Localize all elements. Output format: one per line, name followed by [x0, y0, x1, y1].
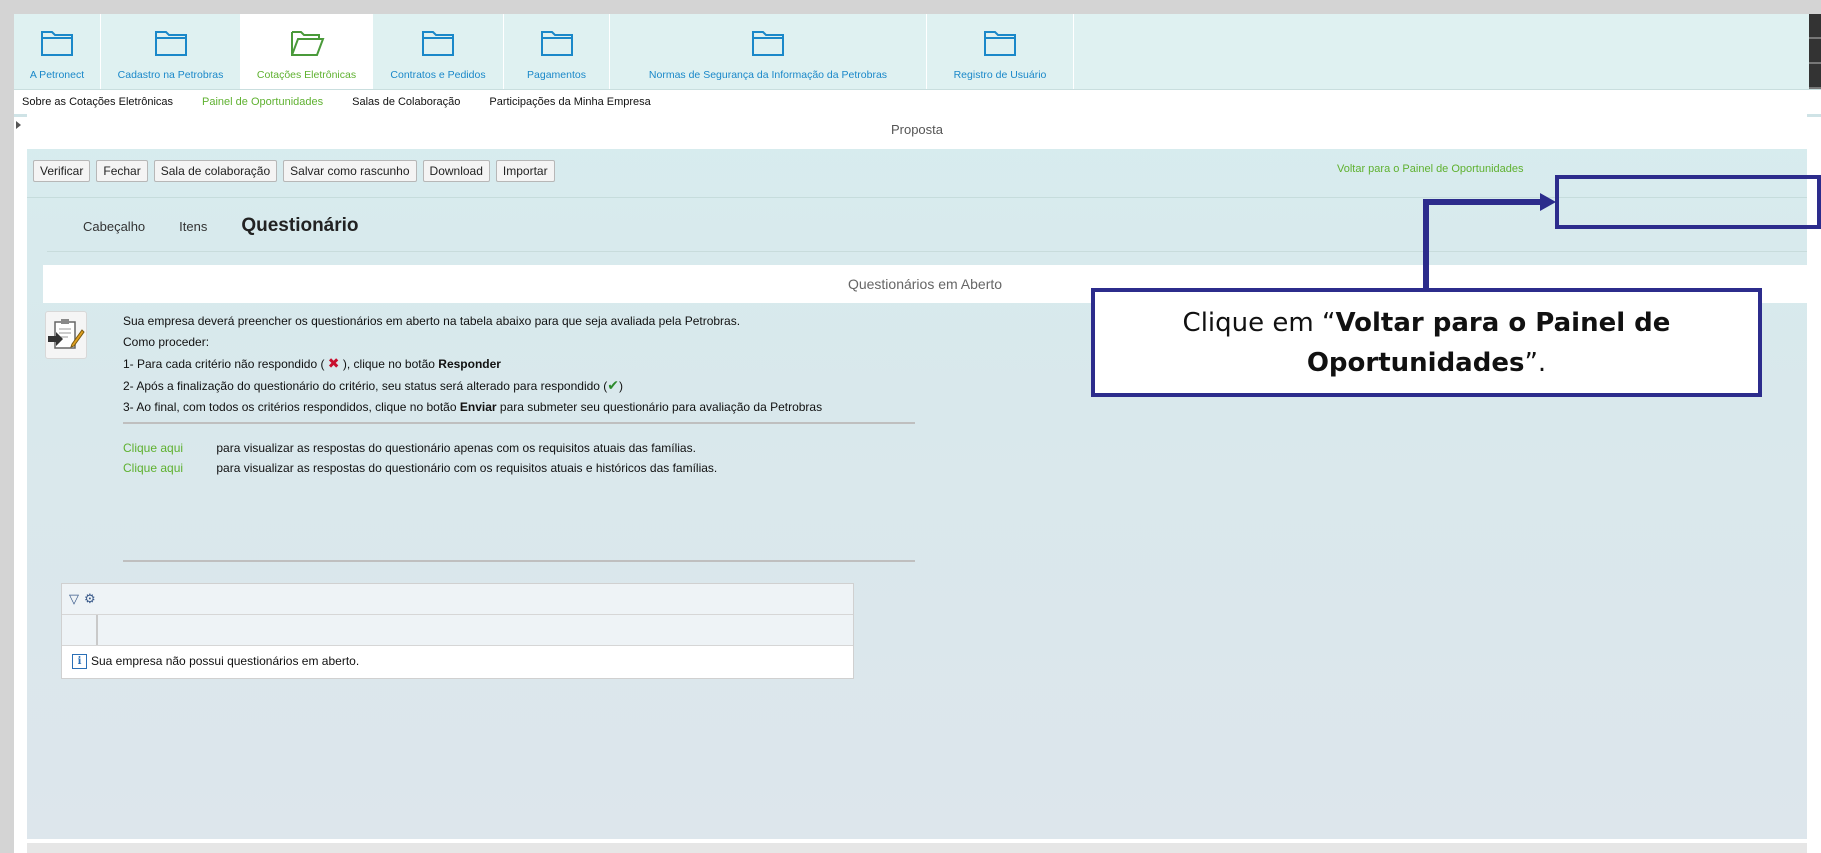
nav-tab-cadastro[interactable]: Cadastro na Petrobras	[101, 14, 241, 89]
expand-arrow-icon[interactable]	[16, 121, 21, 129]
folder-icon	[422, 31, 454, 56]
bottom-bar	[27, 843, 1807, 853]
not-answered-icon: ✖	[327, 355, 340, 371]
highlight-box	[1555, 175, 1821, 229]
close-button[interactable]: Fechar	[96, 160, 148, 182]
answers-current-row: Clique aqui para visualizar as respostas…	[123, 441, 696, 455]
form-pencil-icon	[48, 319, 85, 349]
subnav-item-painel[interactable]: Painel de Oportunidades	[202, 96, 323, 108]
instruction-line: Sua empresa deverá preencher os question…	[123, 314, 741, 328]
nav-tab-petronect[interactable]: A Petronect	[14, 14, 101, 89]
view-current-answers-link[interactable]: Clique aqui	[123, 441, 213, 455]
callout-bold-text: Voltar para o Painel de Oportunidades	[1306, 307, 1671, 378]
divider	[123, 422, 915, 424]
nav-tab-label: Cotações Eletrônicas	[256, 69, 357, 81]
callout-box: Clique em “Voltar para o Painel de Oport…	[1091, 288, 1762, 397]
step-text: )	[619, 379, 624, 393]
instruction-line: Como proceder:	[123, 335, 210, 349]
collab-room-button[interactable]: Sala de colaboração	[153, 160, 278, 182]
top-navigation: A Petronect Cadastro na Petrobras Cotaçõ…	[14, 14, 1821, 90]
settings-icon[interactable]: ⚙	[84, 591, 96, 607]
edit-form-icon	[45, 311, 87, 359]
callout-text-part: ”.	[1524, 347, 1547, 378]
empty-message: Sua empresa não possui questionários em …	[91, 654, 360, 668]
select-all-column[interactable]	[62, 615, 98, 645]
connector-line	[1423, 199, 1550, 205]
subnav-item-salas[interactable]: Salas de Colaboração	[352, 96, 460, 108]
callout-text: Clique em “Voltar para o Painel de Oport…	[1095, 303, 1758, 383]
divider	[47, 251, 1807, 252]
info-icon: i	[72, 653, 87, 669]
verify-button[interactable]: Verificar	[33, 160, 91, 182]
proposal-tabs: Cabeçalho Itens Questionário	[83, 215, 359, 237]
view-history-answers-link[interactable]: Clique aqui	[123, 461, 213, 475]
callout-text-part: Clique em “	[1182, 307, 1336, 338]
step-bold-text: Responder	[438, 357, 501, 371]
table-empty-row: i Sua empresa não possui questionários e…	[62, 646, 853, 676]
nav-tab-label: Pagamentos	[527, 69, 586, 81]
questionnaires-table: ▽ ⚙ i Sua empresa não possui questionári…	[61, 583, 854, 679]
nav-tab-label: Normas de Segurança da Informação da Pet…	[648, 69, 888, 81]
instruction-step-3: 3- Ao final, com todos os critérios resp…	[123, 397, 822, 418]
save-draft-button[interactable]: Salvar como rascunho	[283, 160, 417, 182]
subnav-item-participacoes[interactable]: Participações da Minha Empresa	[489, 96, 650, 108]
subnav-item-sobre[interactable]: Sobre as Cotações Eletrônicas	[22, 96, 173, 108]
folder-icon	[41, 31, 73, 56]
action-toolbar: Verificar Fechar Sala de colaboração Sal…	[33, 160, 555, 182]
table-toolbar: ▽ ⚙	[62, 584, 853, 615]
step-text: ), clique no botão	[342, 357, 435, 371]
tab-header[interactable]: Cabeçalho	[83, 219, 145, 234]
folder-icon	[154, 31, 187, 56]
step-text: 3- Ao final, com todos os critérios resp…	[123, 400, 457, 414]
nav-tab-contratos[interactable]: Contratos e Pedidos	[373, 14, 504, 89]
main-content: Proposta Verificar Fechar Sala de colabo…	[27, 111, 1807, 839]
download-button[interactable]: Download	[422, 160, 490, 182]
instructions: Sua empresa deverá preencher os question…	[123, 311, 822, 418]
nav-tab-label: Registro de Usuário	[953, 69, 1047, 81]
nav-tab-normas[interactable]: Normas de Segurança da Informação da Pet…	[610, 14, 927, 89]
step-text: 1- Para cada critério não respondido (	[123, 357, 325, 371]
folder-icon	[984, 31, 1016, 56]
nav-tab-label: A Petronect	[29, 69, 85, 81]
folder-icon	[752, 31, 784, 56]
nav-tab-cotacoes[interactable]: Cotações Eletrônicas	[241, 14, 373, 89]
connector-line	[1423, 199, 1429, 290]
back-to-opportunities-link[interactable]: Voltar para o Painel de Oportunidades	[1337, 163, 1524, 175]
link-description: para visualizar as respostas do question…	[216, 441, 696, 455]
nav-tab-label: Cadastro na Petrobras	[117, 69, 224, 81]
divider	[123, 560, 915, 562]
import-button[interactable]: Importar	[495, 160, 555, 182]
tab-questionnaire[interactable]: Questionário	[241, 215, 358, 237]
check-icon: ✔	[607, 377, 620, 393]
step-text: 2- Após a finalização do questionário do…	[123, 379, 608, 393]
filter-icon[interactable]: ▽	[69, 591, 79, 607]
nav-tab-label: Contratos e Pedidos	[390, 69, 486, 81]
arrow-icon	[1540, 193, 1556, 211]
instruction-step-1: 1- Para cada critério não respondido ( ✖…	[123, 353, 822, 375]
folder-open-icon	[290, 31, 324, 56]
step-bold-text: Enviar	[459, 400, 497, 414]
page-title: Proposta	[27, 111, 1807, 149]
tab-items[interactable]: Itens	[179, 219, 207, 234]
nav-tab-registro[interactable]: Registro de Usuário	[927, 14, 1074, 89]
table-header	[62, 615, 853, 646]
nav-tab-pagamentos[interactable]: Pagamentos	[504, 14, 610, 89]
answers-history-row: Clique aqui para visualizar as respostas…	[123, 461, 717, 475]
scroll-control[interactable]	[1809, 14, 1821, 89]
folder-icon	[540, 31, 573, 56]
step-text: para submeter seu questionário para aval…	[499, 400, 823, 414]
instruction-step-2: 2- Após a finalização do questionário do…	[123, 375, 822, 397]
link-description: para visualizar as respostas do question…	[216, 461, 718, 475]
